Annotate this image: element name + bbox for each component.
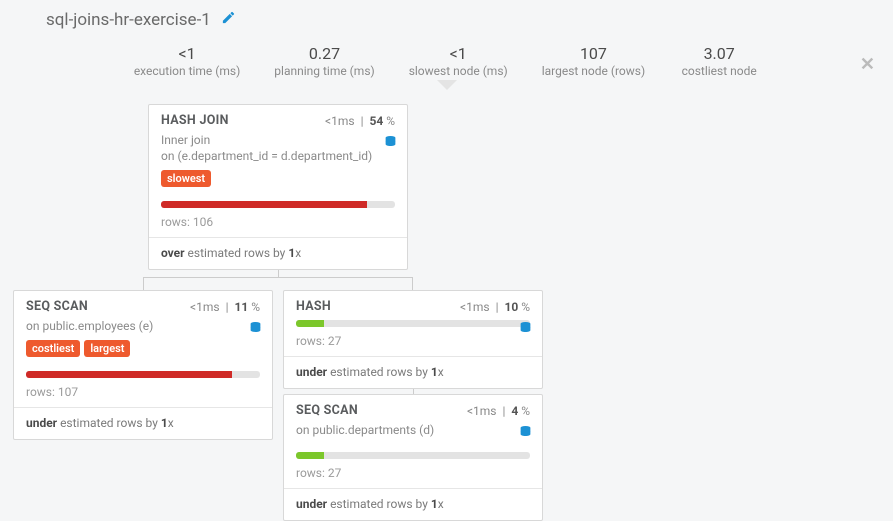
node-title: HASH <box>296 299 331 314</box>
tag-costliest: costliest <box>26 340 80 357</box>
node-title: SEQ SCAN <box>26 299 88 314</box>
progress-bar <box>161 201 395 208</box>
node-description: Inner join on (e.department_id = d.depar… <box>161 132 395 164</box>
progress-bar <box>296 320 530 327</box>
stat-label: costliest node <box>679 64 759 78</box>
node-meta: <1ms | 10 % <box>460 300 530 314</box>
stat-plan-time: 0.27 planning time (ms) <box>274 44 374 78</box>
node-header: HASH <1ms | 10 % <box>284 291 542 318</box>
estimate-info: over estimated rows by 1x <box>149 238 407 269</box>
stat-value: 3.07 <box>679 44 759 63</box>
node-tags: slowest <box>161 170 395 187</box>
progress-bar <box>296 452 530 459</box>
close-icon[interactable]: ✕ <box>860 54 875 75</box>
node-meta: <1ms | 4 % <box>467 404 530 418</box>
stat-value: 107 <box>542 44 645 63</box>
tag-largest: largest <box>84 340 130 357</box>
plan-node-hash-join[interactable]: HASH JOIN <1ms | 54 % Inner join on (e.d… <box>148 104 408 270</box>
stat-exec-time: <1 execution time (ms) <box>134 44 240 78</box>
plan-node-seq-scan-employees[interactable]: SEQ SCAN <1ms | 11 % on public.employees… <box>13 290 273 440</box>
rows-info: rows: 106 <box>149 212 407 237</box>
plan-node-hash[interactable]: HASH <1ms | 10 % rows: 27 under estimate… <box>283 290 543 389</box>
database-icon[interactable] <box>519 320 532 339</box>
node-header: SEQ SCAN <1ms | 11 % <box>14 291 272 318</box>
stat-value: <1 <box>134 44 240 63</box>
database-icon[interactable] <box>384 134 397 153</box>
stat-label: slowest node (ms) <box>409 64 508 78</box>
estimate-info: under estimated rows by 1x <box>14 408 272 439</box>
node-header: SEQ SCAN <1ms | 4 % <box>284 395 542 422</box>
estimate-info: under estimated rows by 1x <box>284 489 542 520</box>
stats-bar: <1 execution time (ms) 0.27 planning tim… <box>0 44 893 78</box>
chevron-down-icon <box>437 80 457 90</box>
plan-title: sql-joins-hr-exercise-1 <box>46 10 211 30</box>
connector-line <box>143 277 413 290</box>
database-icon[interactable] <box>519 424 532 443</box>
stat-label: planning time (ms) <box>274 64 374 78</box>
node-title: SEQ SCAN <box>296 403 358 418</box>
page-header: sql-joins-hr-exercise-1 <box>0 0 893 30</box>
node-description: on public.departments (d) <box>296 422 530 438</box>
stat-value: 0.27 <box>274 44 374 63</box>
node-description: on public.employees (e) <box>26 318 260 334</box>
rows-info: rows: 27 <box>284 463 542 488</box>
node-title: HASH JOIN <box>161 113 229 128</box>
edit-icon[interactable] <box>221 10 236 30</box>
stat-slowest-node: <1 slowest node (ms) <box>409 44 508 78</box>
node-tags: costliest largest <box>26 340 260 357</box>
stat-largest-node: 107 largest node (rows) <box>542 44 645 78</box>
node-meta: <1ms | 11 % <box>190 300 260 314</box>
stat-costliest-node: 3.07 costliest node <box>679 44 759 78</box>
node-header: HASH JOIN <1ms | 54 % <box>149 105 407 132</box>
stat-value: <1 <box>409 44 508 63</box>
rows-info: rows: 107 <box>14 382 272 407</box>
plan-node-seq-scan-departments[interactable]: SEQ SCAN <1ms | 4 % on public.department… <box>283 394 543 521</box>
rows-info: rows: 27 <box>284 331 542 356</box>
database-icon[interactable] <box>249 320 262 339</box>
stat-label: execution time (ms) <box>134 64 240 78</box>
tag-slowest: slowest <box>161 170 211 187</box>
stat-label: largest node (rows) <box>542 64 645 78</box>
progress-bar <box>26 371 260 378</box>
node-meta: <1ms | 54 % <box>325 114 395 128</box>
estimate-info: under estimated rows by 1x <box>284 357 542 388</box>
